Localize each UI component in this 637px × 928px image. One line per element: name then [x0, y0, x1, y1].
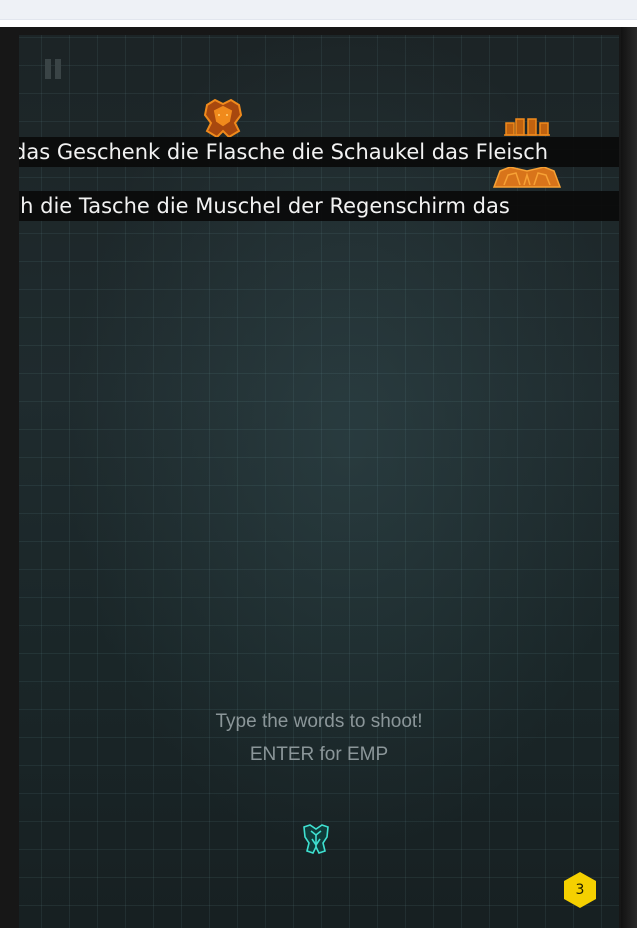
browser-topbar-strip [0, 0, 637, 20]
enemy-ship-icon [492, 166, 562, 188]
pause-icon[interactable] [43, 59, 63, 81]
word-row-text: das Geschenk die Flasche die Schaukel da… [19, 140, 549, 164]
word-row-text: Fleisch die Tasche die Muschel der Regen… [19, 194, 510, 218]
word-row: Fleisch die Tasche die Muschel der Regen… [19, 191, 619, 221]
frame-edge [621, 27, 637, 928]
emp-counter-badge: 3 [562, 871, 598, 909]
hint-shoot: Type the words to shoot! [215, 711, 423, 732]
enemy-ship-icon [504, 118, 550, 136]
game-canvas[interactable]: das Geschenk die Flasche die Schaukel da… [19, 35, 619, 928]
instruction-text: Type the words to shoot! ENTER for EMP [19, 705, 619, 771]
player-ship-icon [303, 824, 329, 854]
word-row: das Geschenk die Flasche die Schaukel da… [19, 137, 619, 167]
emp-count: 3 [575, 882, 585, 898]
enemy-ship-icon [203, 98, 243, 139]
hint-emp: ENTER for EMP [249, 744, 389, 765]
browser-topbar [0, 0, 637, 27]
